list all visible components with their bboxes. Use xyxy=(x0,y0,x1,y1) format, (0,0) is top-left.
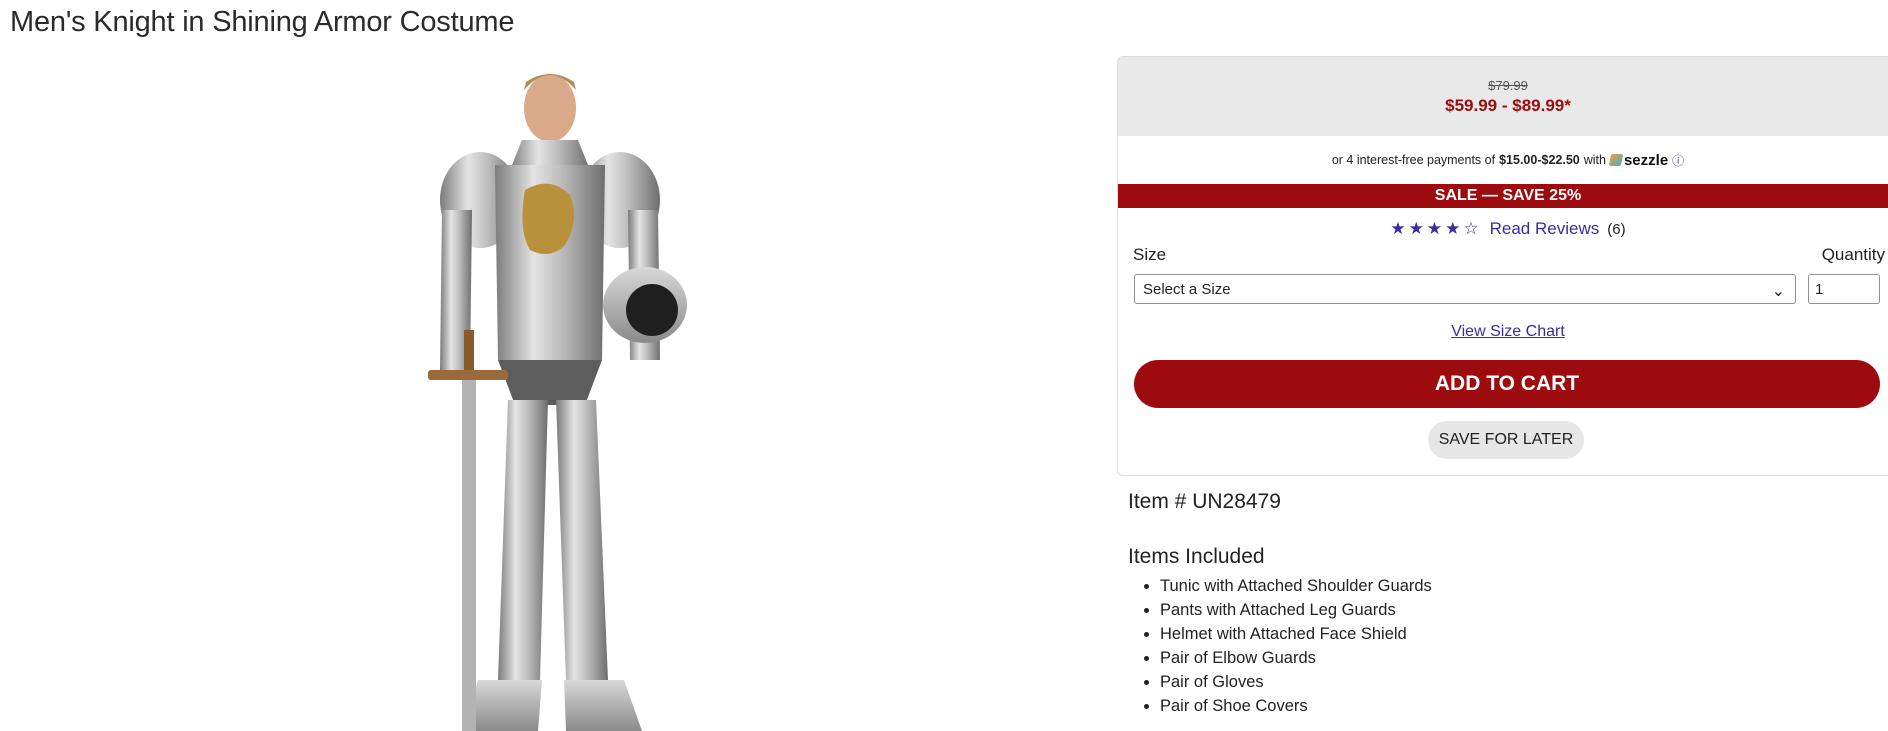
installment-with: with xyxy=(1583,153,1606,167)
quantity-label: Quantity xyxy=(1821,245,1885,264)
sezzle-icon xyxy=(1608,154,1624,166)
items-included-list: Tunic with Attached Shoulder Guards Pant… xyxy=(1138,574,1432,718)
review-count: (6) xyxy=(1607,220,1626,238)
item-number: Item # UN28479 xyxy=(1128,490,1281,513)
sale-price: $59.99 - $89.99* xyxy=(1445,96,1571,115)
read-reviews-link[interactable]: Read Reviews xyxy=(1490,219,1600,239)
sezzle-logo[interactable]: sezzle xyxy=(1608,151,1669,169)
installment-prefix: or 4 interest-free payments of xyxy=(1331,153,1496,167)
save-for-later-button[interactable]: SAVE FOR LATER xyxy=(1428,421,1584,459)
star-rating-icon: ★★★★☆ xyxy=(1390,219,1482,238)
list-item: Pair of Gloves xyxy=(1160,670,1432,694)
knight-costume-illustration xyxy=(428,74,687,731)
info-icon[interactable]: ⓘ xyxy=(1672,152,1684,169)
view-size-chart-link[interactable]: View Size Chart xyxy=(1118,323,1888,341)
size-select[interactable]: Select a Size ⌄ xyxy=(1134,274,1796,304)
sezzle-label: sezzle xyxy=(1623,151,1669,169)
installment-amount: $15.00-$22.50 xyxy=(1499,153,1580,167)
reviews-row: ★★★★☆ Read Reviews (6) xyxy=(1118,208,1888,250)
list-item: Pair of Shoe Covers xyxy=(1160,694,1432,718)
installment-info: or 4 interest-free payments of $15.00-$2… xyxy=(1118,136,1888,184)
chevron-down-icon: ⌄ xyxy=(1771,283,1785,300)
product-title: Men's Knight in Shining Armor Costume xyxy=(10,6,515,38)
items-included-heading: Items Included xyxy=(1128,545,1265,568)
list-item: Helmet with Attached Face Shield xyxy=(1160,622,1432,646)
size-label: Size xyxy=(1133,245,1167,264)
product-image[interactable] xyxy=(380,60,760,731)
list-item: Tunic with Attached Shoulder Guards xyxy=(1160,574,1432,598)
quantity-value: 1 xyxy=(1815,280,1824,298)
add-to-cart-button[interactable]: ADD TO CART xyxy=(1134,360,1880,408)
price-header: $79.99 $59.99 - $89.99* xyxy=(1118,57,1888,136)
size-select-value: Select a Size xyxy=(1143,280,1231,298)
original-price: $79.99 xyxy=(1488,78,1528,93)
quantity-input[interactable]: 1 xyxy=(1808,274,1880,304)
list-item: Pair of Elbow Guards xyxy=(1160,646,1432,670)
list-item: Pants with Attached Leg Guards xyxy=(1160,598,1432,622)
sale-banner: SALE — SAVE 25% xyxy=(1118,184,1888,208)
purchase-panel: $79.99 $59.99 - $89.99* or 4 interest-fr… xyxy=(1117,56,1888,476)
